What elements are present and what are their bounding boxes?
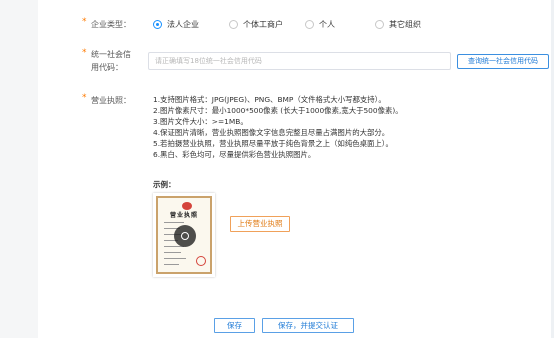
requirement-item: 3.图片文件大小：>=1MB。 — [153, 117, 248, 127]
sample-text-line — [164, 252, 181, 253]
radio-label: 个人 — [319, 20, 335, 29]
requirement-item: 2.图片像素尺寸：最小1000*500像素 (长大于1000像素,宽大于500像… — [153, 106, 403, 116]
zoom-preview-icon — [174, 225, 196, 247]
example-label: 示例： — [153, 180, 176, 189]
requirement-item: 6.黑白、彩色均可，尽量提供彩色营业执照图片。 — [153, 150, 316, 160]
license-sample-image: 营业执照 — [153, 193, 215, 277]
radio-other-org[interactable]: 其它组织 — [375, 19, 421, 30]
sample-text-line — [164, 258, 186, 259]
requirement-item: 5.若拍摄营业执照，营业执照尽量平放于纯色背景之上（如纯色桌面上）。 — [153, 139, 393, 149]
query-credit-code-button[interactable]: 查询统一社会信用代码 — [457, 54, 549, 69]
business-license-label: 营业执照： — [91, 96, 131, 105]
radio-label: 个体工商户 — [243, 20, 283, 29]
upload-license-button[interactable]: 上传营业执照 — [230, 216, 290, 232]
required-mark: * — [82, 48, 87, 58]
emblem-icon — [182, 202, 192, 210]
credit-code-input[interactable] — [148, 52, 451, 70]
save-and-submit-button[interactable]: 保存，并提交认证 — [262, 318, 354, 333]
required-mark: * — [82, 17, 87, 27]
radio-unselected-icon — [229, 20, 238, 29]
seal-icon — [196, 256, 206, 266]
radio-individual[interactable]: 个人 — [305, 19, 335, 30]
enterprise-type-label: 企业类型： — [91, 20, 131, 29]
credit-code-label-line2: 用代码： — [91, 63, 123, 72]
radio-label: 其它组织 — [389, 20, 421, 29]
radio-label: 法人企业 — [167, 20, 199, 29]
radio-selected-icon — [153, 20, 162, 29]
requirement-item: 1.支持图片格式：JPG(JPEG)、PNG、BMP（文件格式大小写都支持）。 — [153, 95, 386, 104]
save-button[interactable]: 保存 — [214, 318, 255, 333]
license-requirements: 1.支持图片格式：JPG(JPEG)、PNG、BMP（文件格式大小写都支持）。 … — [153, 94, 403, 161]
sample-text-line — [164, 222, 184, 223]
requirement-item: 4.保证图片清晰，营业执照图像文字信息完整且尽量占满图片的大部分。 — [153, 128, 390, 138]
license-sample-title: 营业执照 — [169, 212, 198, 219]
required-mark: * — [82, 93, 87, 103]
license-sample-frame: 营业执照 — [156, 196, 212, 274]
radio-unselected-icon — [375, 20, 384, 29]
radio-legal-entity[interactable]: 法人企业 — [153, 19, 199, 30]
sample-text-line — [164, 264, 179, 265]
radio-unselected-icon — [305, 20, 314, 29]
left-margin — [0, 0, 38, 338]
credit-code-label-line1: 统一社会信 — [91, 50, 131, 59]
radio-individual-business[interactable]: 个体工商户 — [229, 19, 283, 30]
